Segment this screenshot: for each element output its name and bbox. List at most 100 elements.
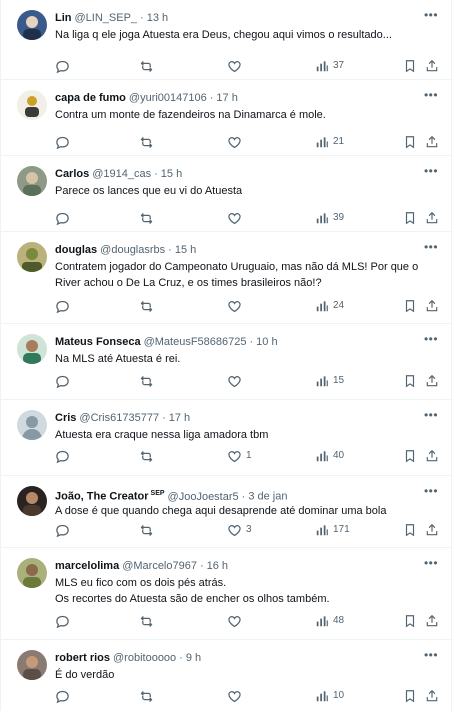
tweet[interactable]: João, The Creator SEP @JooJoestar5 · 3 de ja… bbox=[1, 476, 452, 548]
like-button[interactable] bbox=[227, 613, 246, 629]
bookmark-button[interactable] bbox=[403, 210, 417, 226]
tweet[interactable]: robert rios @robitooooo · 9 h ••• É do verd… bbox=[1, 640, 452, 711]
reply-button[interactable] bbox=[55, 448, 70, 464]
like-button[interactable] bbox=[227, 298, 246, 314]
share-button[interactable] bbox=[425, 448, 439, 464]
reply-button[interactable] bbox=[55, 58, 70, 74]
more-icon[interactable]: ••• bbox=[423, 9, 439, 26]
display-name[interactable]: robert rios bbox=[55, 652, 110, 664]
avatar[interactable] bbox=[17, 558, 47, 588]
share-button[interactable] bbox=[425, 522, 439, 538]
like-button[interactable] bbox=[227, 134, 246, 150]
retweet-button[interactable] bbox=[139, 522, 154, 538]
display-name[interactable]: Cris bbox=[55, 412, 76, 424]
timestamp[interactable]: 15 h bbox=[175, 244, 196, 256]
tweet[interactable]: Lin @LIN_SEP_ · 13 h ••• Na liga q ele joga… bbox=[1, 0, 452, 80]
views-button[interactable]: 10 bbox=[315, 688, 344, 704]
user-handle[interactable]: @yuri00147106 bbox=[129, 92, 207, 104]
bookmark-button[interactable] bbox=[403, 448, 417, 464]
tweet[interactable]: Carlos @1914_cas · 15 h ••• Parece os lance… bbox=[1, 156, 452, 232]
share-button[interactable] bbox=[425, 298, 439, 314]
reply-button[interactable] bbox=[55, 522, 70, 538]
more-icon[interactable]: ••• bbox=[423, 165, 439, 182]
display-name[interactable]: João, The Creator bbox=[55, 491, 149, 502]
more-icon[interactable]: ••• bbox=[423, 485, 439, 502]
more-icon[interactable]: ••• bbox=[423, 89, 439, 106]
like-button[interactable] bbox=[227, 58, 246, 74]
avatar[interactable] bbox=[17, 10, 47, 40]
share-button[interactable] bbox=[425, 688, 439, 704]
tweet[interactable]: douglas @douglasrbs · 15 h ••• Contratem jo… bbox=[1, 232, 452, 324]
timestamp[interactable]: 17 h bbox=[169, 412, 190, 424]
like-button[interactable] bbox=[227, 373, 246, 389]
like-button[interactable] bbox=[227, 210, 246, 226]
views-button[interactable]: 48 bbox=[315, 613, 344, 629]
display-name[interactable]: capa de fumo bbox=[55, 92, 126, 104]
avatar[interactable] bbox=[17, 166, 47, 196]
tweet[interactable]: capa de fumo @yuri00147106 · 17 h ••• Contr… bbox=[1, 80, 452, 156]
retweet-button[interactable] bbox=[139, 134, 154, 150]
display-name[interactable]: marcelolima bbox=[55, 560, 119, 572]
reply-button[interactable] bbox=[55, 298, 70, 314]
avatar[interactable] bbox=[17, 486, 47, 516]
like-button[interactable]: 3 bbox=[227, 522, 252, 538]
views-button[interactable]: 24 bbox=[315, 298, 344, 314]
tweet[interactable]: marcelolima @Marcelo7967 · 16 h ••• MLS eu … bbox=[1, 548, 452, 640]
reply-button[interactable] bbox=[55, 210, 70, 226]
more-icon[interactable]: ••• bbox=[423, 557, 439, 574]
avatar[interactable] bbox=[17, 650, 47, 680]
reply-button[interactable] bbox=[55, 134, 70, 150]
timestamp[interactable]: 15 h bbox=[161, 168, 182, 180]
display-name[interactable]: Carlos bbox=[55, 168, 89, 180]
user-handle[interactable]: @JooJoestar5 bbox=[168, 491, 239, 502]
timestamp[interactable]: 10 h bbox=[256, 336, 277, 348]
bookmark-button[interactable] bbox=[403, 522, 417, 538]
retweet-button[interactable] bbox=[139, 298, 154, 314]
display-name[interactable]: Lin bbox=[55, 12, 72, 24]
user-handle[interactable]: @Cris61735777 bbox=[79, 412, 159, 424]
tweet[interactable]: Cris @Cris61735777 · 17 h ••• Atuesta era c… bbox=[1, 400, 452, 476]
user-handle[interactable]: @MateusF58686725 bbox=[144, 336, 247, 348]
retweet-button[interactable] bbox=[139, 58, 154, 74]
share-button[interactable] bbox=[425, 58, 439, 74]
bookmark-button[interactable] bbox=[403, 373, 417, 389]
views-button[interactable]: 37 bbox=[315, 58, 344, 74]
share-button[interactable] bbox=[425, 134, 439, 150]
retweet-button[interactable] bbox=[139, 688, 154, 704]
timestamp[interactable]: 3 de jan bbox=[248, 491, 287, 502]
user-handle[interactable]: @LIN_SEP_ bbox=[75, 12, 138, 24]
reply-button[interactable] bbox=[55, 688, 70, 704]
like-button[interactable]: 1 bbox=[227, 448, 252, 464]
user-handle[interactable]: @robitooooo bbox=[113, 652, 176, 664]
views-button[interactable]: 171 bbox=[315, 522, 350, 538]
bookmark-button[interactable] bbox=[403, 613, 417, 629]
bookmark-button[interactable] bbox=[403, 298, 417, 314]
share-button[interactable] bbox=[425, 210, 439, 226]
retweet-button[interactable] bbox=[139, 210, 154, 226]
display-name[interactable]: Mateus Fonseca bbox=[55, 336, 141, 348]
timestamp[interactable]: 13 h bbox=[147, 12, 168, 24]
timestamp[interactable]: 17 h bbox=[216, 92, 237, 104]
tweet[interactable]: Mateus Fonseca @MateusF58686725 · 10 h ••• … bbox=[1, 324, 452, 400]
retweet-button[interactable] bbox=[139, 373, 154, 389]
reply-button[interactable] bbox=[55, 373, 70, 389]
user-handle[interactable]: @Marcelo7967 bbox=[122, 560, 197, 572]
retweet-button[interactable] bbox=[139, 448, 154, 464]
timestamp[interactable]: 16 h bbox=[207, 560, 228, 572]
bookmark-button[interactable] bbox=[403, 688, 417, 704]
views-button[interactable]: 15 bbox=[315, 373, 344, 389]
views-button[interactable]: 39 bbox=[315, 210, 344, 226]
views-button[interactable]: 21 bbox=[315, 134, 344, 150]
more-icon[interactable]: ••• bbox=[423, 333, 439, 350]
avatar[interactable] bbox=[17, 334, 47, 364]
share-button[interactable] bbox=[425, 613, 439, 629]
more-icon[interactable]: ••• bbox=[423, 649, 439, 666]
avatar[interactable] bbox=[17, 90, 47, 120]
display-name[interactable]: douglas bbox=[55, 244, 97, 256]
timestamp[interactable]: 9 h bbox=[186, 652, 201, 664]
avatar[interactable] bbox=[17, 242, 47, 272]
user-handle[interactable]: @1914_cas bbox=[92, 168, 151, 180]
retweet-button[interactable] bbox=[139, 613, 154, 629]
user-handle[interactable]: @douglasrbs bbox=[100, 244, 165, 256]
more-icon[interactable]: ••• bbox=[423, 241, 439, 258]
